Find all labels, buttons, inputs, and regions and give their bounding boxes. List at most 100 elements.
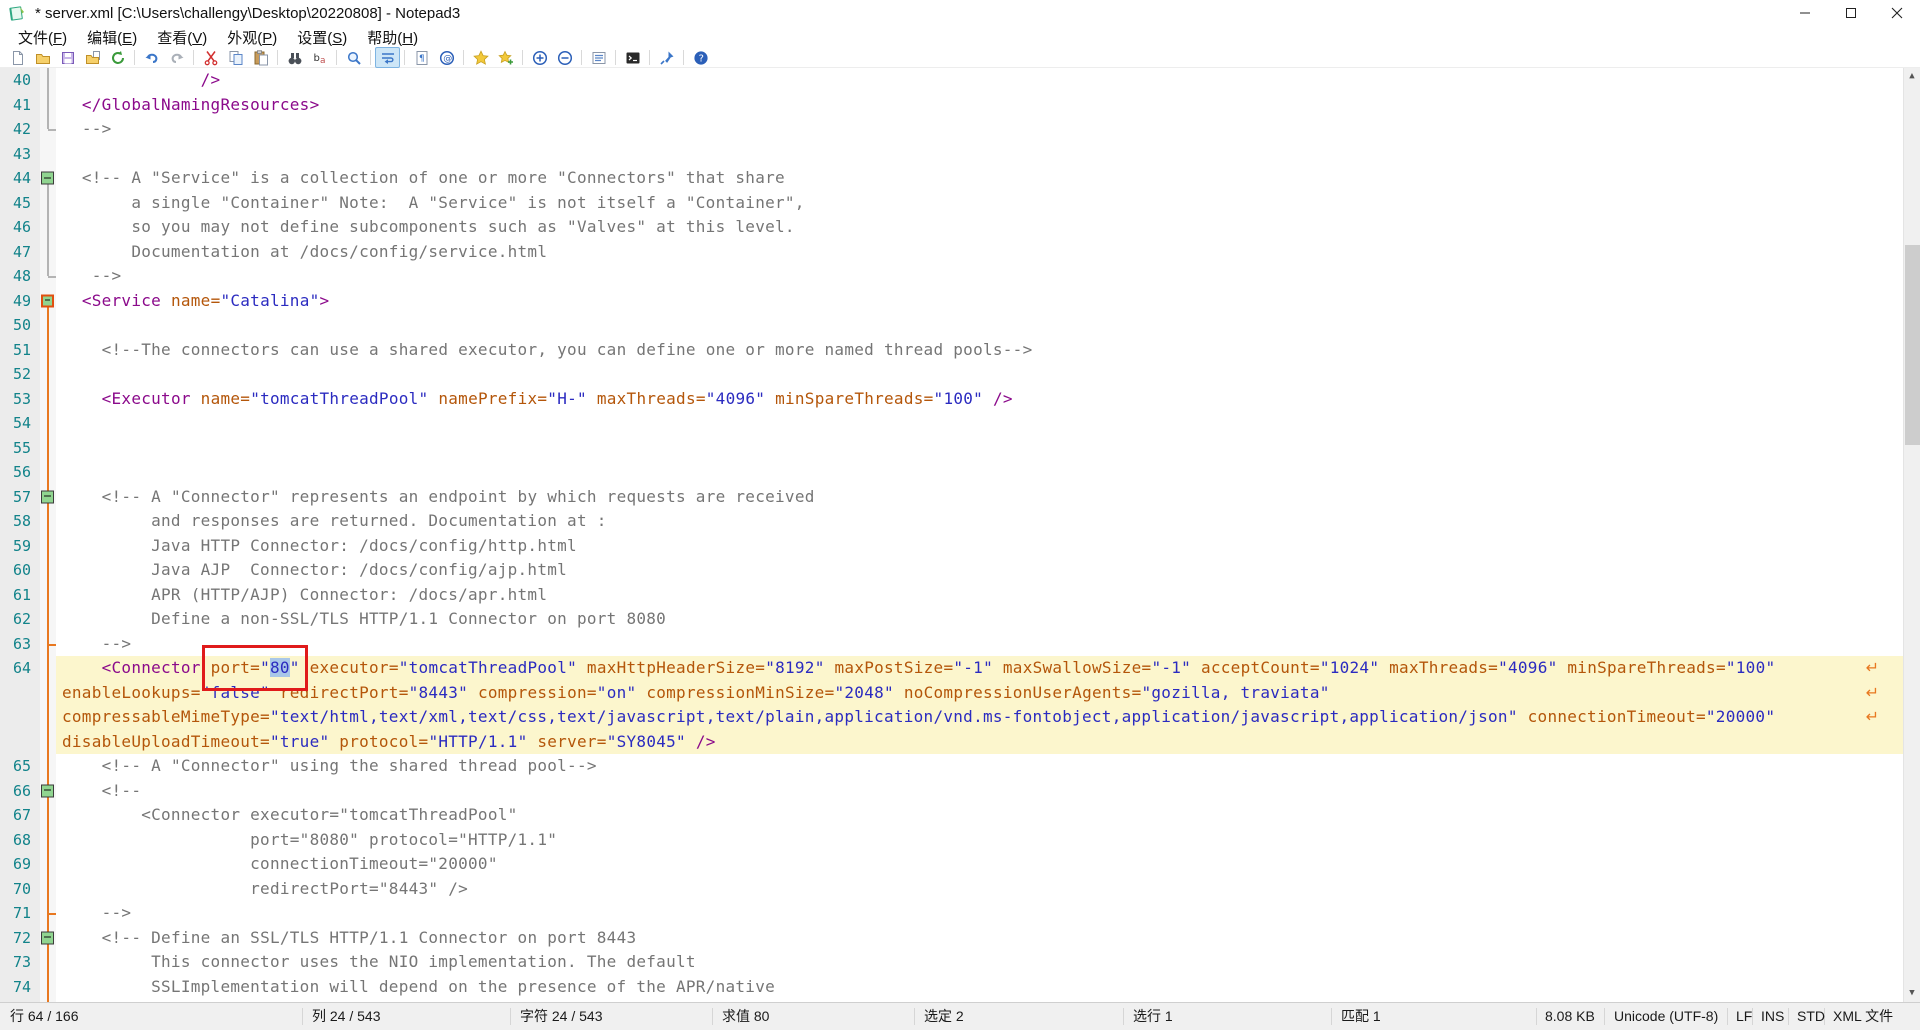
fold-toggle[interactable] [40,289,56,314]
fold-minus-box[interactable] [41,784,54,797]
line-number[interactable]: 64 [0,656,40,681]
code-text[interactable]: --> [56,632,1903,657]
code-text[interactable]: --> [56,901,1903,926]
copy-button[interactable] [223,47,248,68]
code-text[interactable]: disableUploadTimeout="true" protocol="HT… [56,730,1903,755]
pin-window-button[interactable] [654,47,679,68]
code-text[interactable]: port="8080" protocol="HTTP/1.1" [56,828,1903,853]
word-wrap-button[interactable] [375,47,400,68]
code-text[interactable]: a single "Container" Note: A "Service" i… [56,191,1903,216]
line-number[interactable]: 49 [0,289,40,314]
help-button[interactable]: ? [688,47,713,68]
redo-button[interactable] [164,47,189,68]
line-number[interactable]: 40 [0,68,40,93]
fold-minus-box[interactable] [41,172,54,185]
line-number[interactable] [0,705,40,730]
paste-button[interactable] [248,47,273,68]
code-text[interactable]: /> [56,68,1903,93]
code-text[interactable]: Java HTTP Connector: /docs/config/http.h… [56,534,1903,559]
line-number[interactable]: 45 [0,191,40,216]
status-insert-mode[interactable]: INS [1761,1003,1784,1030]
add-favorite-button[interactable] [493,47,518,68]
code-text[interactable]: and responses are returned. Documentatio… [56,509,1903,534]
line-number[interactable]: 58 [0,509,40,534]
code-text[interactable]: enableLookups="false" redirectPort="8443… [56,681,1903,706]
line-number[interactable]: 68 [0,828,40,853]
menu-S[interactable]: 设置(S) [287,27,357,48]
menu-P[interactable]: 外观(P) [217,27,287,48]
console-button[interactable] [620,47,645,68]
code-text[interactable]: Documentation at /docs/config/service.ht… [56,240,1903,265]
line-number[interactable]: 46 [0,215,40,240]
line-number[interactable]: 74 [0,975,40,1000]
line-number[interactable]: 54 [0,411,40,436]
line-number[interactable] [0,730,40,755]
line-number[interactable]: 41 [0,93,40,118]
line-number[interactable]: 43 [0,142,40,167]
status-char-position[interactable]: 字符 24 / 543 [520,1003,603,1030]
code-text[interactable]: <Connector executor="tomcatThreadPool" [56,803,1903,828]
favorites-button[interactable] [468,47,493,68]
scroll-down-arrow[interactable]: ▼ [1904,985,1920,1002]
line-number[interactable]: 50 [0,313,40,338]
status-column-position[interactable]: 列 24 / 543 [312,1003,381,1030]
line-number[interactable]: 63 [0,632,40,657]
line-number[interactable]: 52 [0,362,40,387]
code-text[interactable] [56,362,1903,387]
code-text[interactable]: redirectPort="8443" /> [56,877,1903,902]
zoom-out-button[interactable] [552,47,577,68]
line-number[interactable] [0,681,40,706]
status-match-count[interactable]: 匹配 1 [1341,1003,1381,1030]
line-number[interactable]: 48 [0,264,40,289]
minimize-button[interactable] [1782,0,1828,26]
menu-E[interactable]: 编辑(E) [77,27,147,48]
new-file-button[interactable] [5,47,30,68]
code-text[interactable] [56,411,1903,436]
line-number[interactable]: 73 [0,950,40,975]
fold-minus-box[interactable] [41,931,54,944]
code-text[interactable]: </GlobalNamingResources> [56,93,1903,118]
status-eol-mode[interactable]: LF [1736,1003,1752,1030]
scroll-up-arrow[interactable]: ▲ [1904,68,1920,85]
cut-button[interactable] [198,47,223,68]
menu-F[interactable]: 文件(F) [8,27,77,48]
fold-toggle[interactable] [40,485,56,510]
line-number[interactable]: 51 [0,338,40,363]
code-text[interactable] [56,142,1903,167]
scrollbar-thumb[interactable] [1905,245,1920,445]
fold-minus-box[interactable] [41,490,54,503]
code-text[interactable]: <!-- A "Connector" represents an endpoin… [56,485,1903,510]
code-text[interactable]: <!-- A "Service" is a collection of one … [56,166,1903,191]
show-symbols-button[interactable]: ¶ [409,47,434,68]
revert-file-button[interactable] [105,47,130,68]
status-file-size[interactable]: 8.08 KB [1545,1003,1595,1030]
code-text[interactable]: <!--The connectors can use a shared exec… [56,338,1903,363]
line-number[interactable]: 66 [0,779,40,804]
code-text[interactable] [56,460,1903,485]
close-button[interactable] [1874,0,1920,26]
undo-button[interactable] [139,47,164,68]
status-encoding[interactable]: Unicode (UTF-8) [1614,1003,1718,1030]
open-file-button[interactable] [30,47,55,68]
fold-toggle[interactable] [40,166,56,191]
code-text[interactable]: This connector uses the NIO implementati… [56,950,1903,975]
fold-minus-box[interactable] [41,294,54,307]
code-text[interactable]: <Connector port="80" executor="tomcatThr… [56,656,1903,681]
code-text[interactable]: <!-- [56,779,1903,804]
replace-button[interactable]: ba [307,47,332,68]
line-number[interactable]: 55 [0,436,40,461]
fold-toggle[interactable] [40,779,56,804]
line-number[interactable]: 60 [0,558,40,583]
line-number[interactable]: 61 [0,583,40,608]
code-text[interactable] [56,313,1903,338]
find-button[interactable] [282,47,307,68]
line-number[interactable]: 62 [0,607,40,632]
editor-area[interactable]: 40 />41 </GlobalNamingResources>42 -->43… [0,68,1920,1002]
line-number[interactable]: 65 [0,754,40,779]
line-number[interactable]: 47 [0,240,40,265]
line-number[interactable]: 59 [0,534,40,559]
code-text[interactable]: <!-- A "Connector" using the shared thre… [56,754,1903,779]
line-number[interactable]: 44 [0,166,40,191]
vertical-scrollbar[interactable]: ▲ ▼ [1903,68,1920,1002]
line-number[interactable]: 53 [0,387,40,412]
